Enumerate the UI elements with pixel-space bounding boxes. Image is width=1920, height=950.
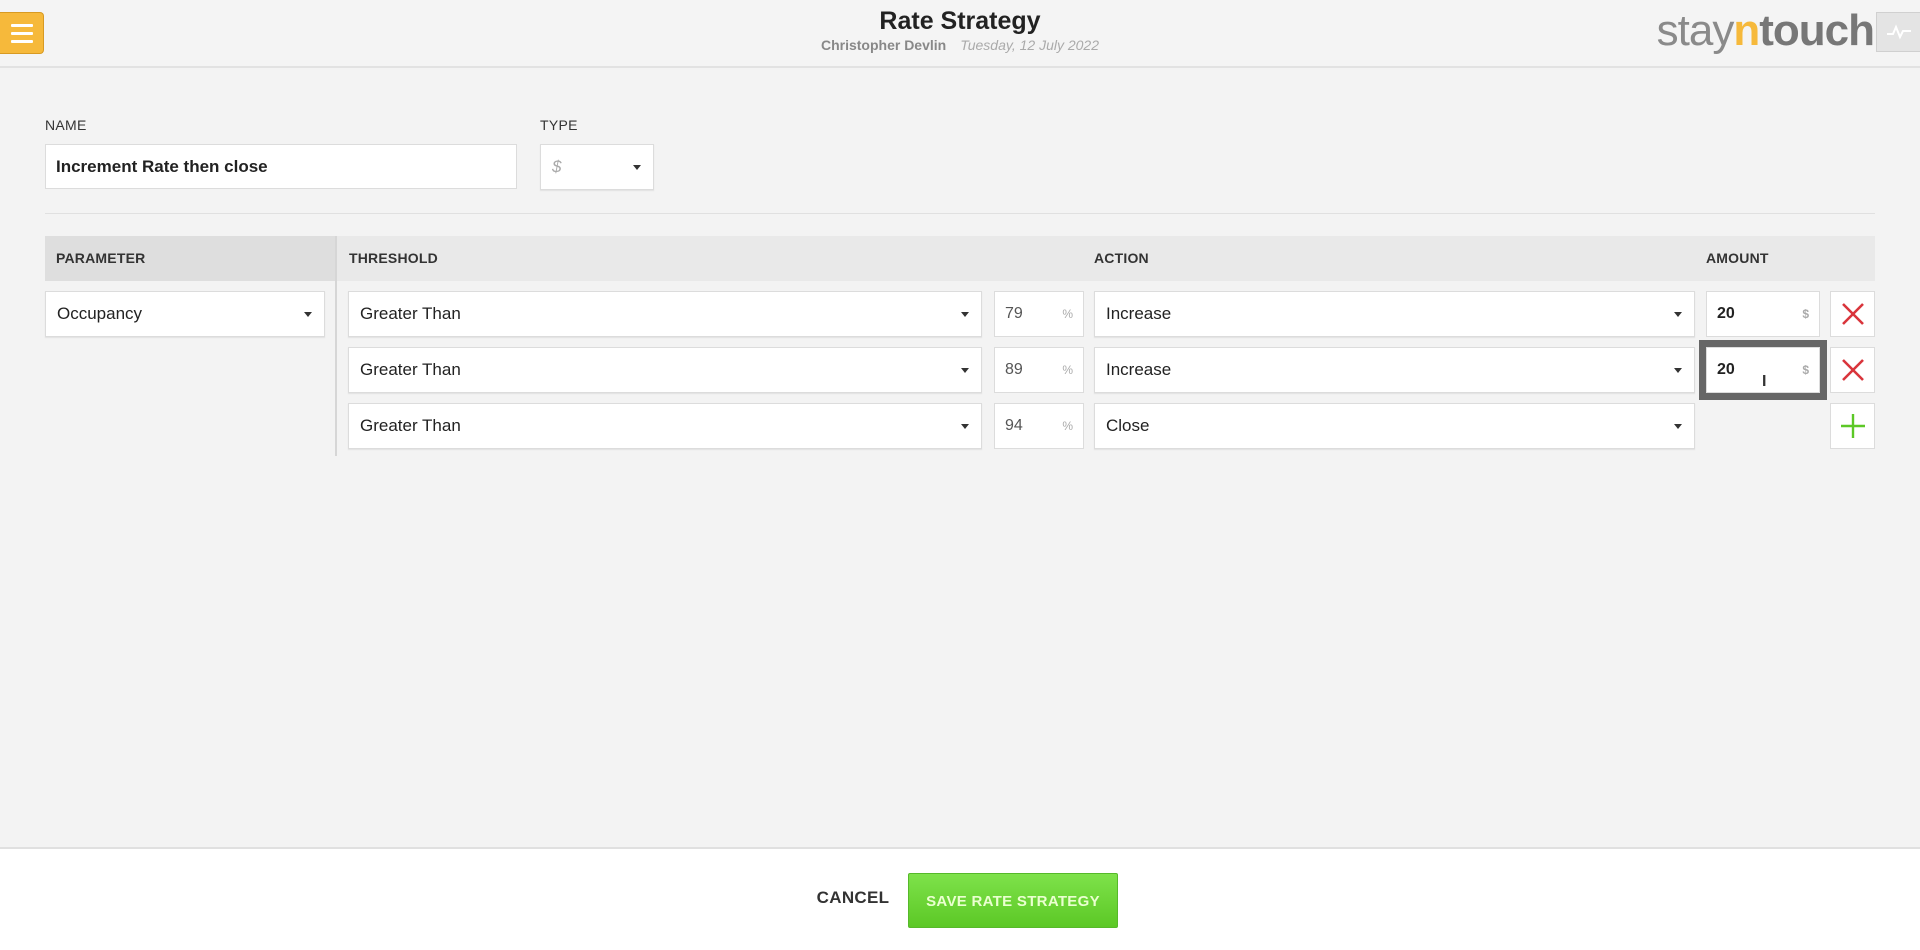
chevron-down-icon	[961, 368, 969, 373]
app-header: Rate Strategy Christopher Devlin Tuesday,…	[0, 0, 1920, 68]
threshold-input-row-1[interactable]: 79 %	[994, 291, 1084, 337]
section-divider	[45, 213, 1875, 214]
comparator-value: Greater Than	[360, 360, 461, 379]
threshold-value: 79	[1005, 305, 1023, 322]
brand-part-3: touch	[1759, 6, 1875, 55]
header-center: Rate Strategy Christopher Devlin Tuesday,…	[0, 6, 1920, 54]
chevron-down-icon	[961, 424, 969, 429]
amount-input-row-2[interactable]: 20 I $	[1699, 340, 1827, 400]
action-select-row-1[interactable]: Increase	[1094, 291, 1695, 337]
comparator-select-row-1[interactable]: Greater Than	[348, 291, 982, 337]
percent-unit: %	[1062, 419, 1073, 433]
currency-unit: $	[1802, 307, 1809, 321]
current-date: Tuesday, 12 July 2022	[960, 37, 1100, 53]
brand-logo: stayntouch	[1656, 6, 1875, 56]
action-value: Increase	[1106, 304, 1172, 323]
amount-header: AMOUNT	[1706, 250, 1769, 266]
action-value: Increase	[1106, 360, 1172, 379]
text-cursor-icon: I	[1762, 373, 1767, 390]
delete-row-2-button[interactable]	[1830, 347, 1875, 393]
action-value: Close	[1106, 416, 1150, 435]
comparator-value: Greater Than	[360, 304, 461, 323]
amount-value: 20	[1717, 361, 1735, 378]
column-separator	[335, 236, 337, 456]
plus-icon	[1840, 414, 1865, 438]
chevron-down-icon	[1674, 312, 1682, 317]
footer-bar: CANCEL SAVE RATE STRATEGY	[0, 847, 1920, 950]
brand-part-2: n	[1733, 6, 1760, 55]
type-select[interactable]: $	[540, 144, 654, 190]
action-select-row-3[interactable]: Close	[1094, 403, 1695, 449]
threshold-value: 94	[1005, 417, 1023, 434]
page-title: Rate Strategy	[879, 7, 1041, 35]
cancel-button[interactable]: CANCEL	[808, 873, 898, 923]
brand-part-1: stay	[1656, 6, 1735, 55]
table-header: PARAMETER THRESHOLD ACTION AMOUNT	[45, 236, 1875, 281]
action-select-row-2[interactable]: Increase	[1094, 347, 1695, 393]
stats-icon[interactable]	[1876, 12, 1920, 52]
chevron-down-icon	[1674, 368, 1682, 373]
close-icon	[1841, 303, 1864, 325]
chevron-down-icon	[633, 165, 641, 170]
comparator-select-row-3[interactable]: Greater Than	[348, 403, 982, 449]
delete-row-1-button[interactable]	[1830, 291, 1875, 337]
parameter-select-value: Occupancy	[57, 304, 143, 323]
add-row-button[interactable]	[1830, 403, 1875, 449]
chevron-down-icon	[1674, 424, 1682, 429]
action-header: ACTION	[1094, 250, 1149, 266]
threshold-input-row-3[interactable]: 94 %	[994, 403, 1084, 449]
chevron-down-icon	[304, 312, 312, 317]
amount-input-row-1[interactable]: 20 $	[1706, 291, 1820, 337]
save-rate-strategy-button[interactable]: SAVE RATE STRATEGY	[908, 873, 1118, 928]
user-name: Christopher Devlin	[820, 37, 947, 53]
percent-unit: %	[1062, 307, 1073, 321]
name-label: NAME	[45, 117, 87, 133]
type-select-value: $	[552, 157, 562, 176]
header-subtitle: Christopher Devlin Tuesday, 12 July 2022	[0, 36, 1920, 54]
close-icon	[1841, 359, 1864, 381]
currency-unit: $	[1802, 363, 1809, 377]
parameter-header: PARAMETER	[56, 250, 146, 266]
parameter-select[interactable]: Occupancy	[45, 291, 325, 337]
threshold-input-row-2[interactable]: 89 %	[994, 347, 1084, 393]
name-input[interactable]: Increment Rate then close	[45, 144, 517, 189]
type-label: TYPE	[540, 117, 578, 133]
comparator-value: Greater Than	[360, 416, 461, 435]
amount-value: 20	[1717, 305, 1735, 322]
percent-unit: %	[1062, 363, 1073, 377]
threshold-value: 89	[1005, 361, 1023, 378]
comparator-select-row-2[interactable]: Greater Than	[348, 347, 982, 393]
chevron-down-icon	[961, 312, 969, 317]
threshold-header: THRESHOLD	[349, 250, 438, 266]
